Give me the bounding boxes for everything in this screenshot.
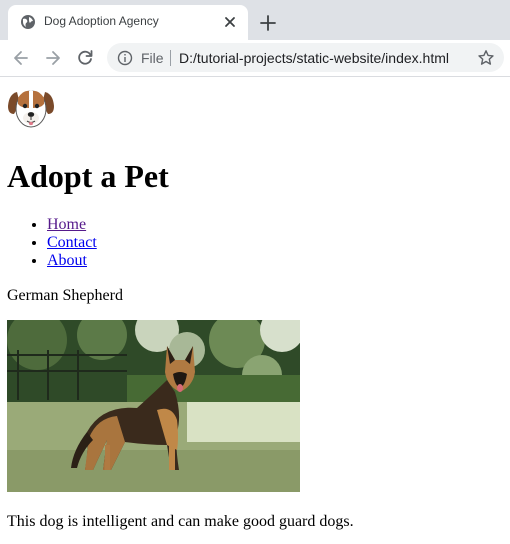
reload-icon[interactable]: [75, 48, 95, 68]
plus-icon[interactable]: [257, 12, 279, 34]
tab-title: Dog Adoption Agency: [44, 14, 159, 28]
nav-item-home: Home: [47, 216, 97, 234]
nav-item-about: About: [47, 252, 97, 270]
nav-link-contact[interactable]: Contact: [47, 234, 97, 251]
forward-arrow-icon[interactable]: [43, 48, 63, 68]
address-separator: [170, 50, 171, 66]
nav-link-home[interactable]: Home: [47, 216, 86, 233]
url-text[interactable]: D:/tutorial-projects/static-website/inde…: [179, 50, 449, 66]
close-icon[interactable]: [222, 14, 238, 30]
nav-list: Home Contact About: [47, 216, 97, 270]
tab-strip: Dog Adoption Agency: [0, 0, 510, 40]
page-title: Adopt a Pet: [7, 158, 169, 194]
breed-name: German Shepherd: [7, 287, 123, 304]
scheme-label: File: [141, 50, 164, 66]
globe-icon: [21, 15, 35, 29]
dog-description: This dog is intelligent and can make goo…: [7, 513, 354, 530]
page-content: Adopt a Pet Home Contact About German Sh…: [0, 77, 510, 544]
nav-link-about[interactable]: About: [47, 252, 87, 269]
active-tab[interactable]: Dog Adoption Agency: [8, 5, 248, 40]
nav-item-contact: Contact: [47, 234, 97, 252]
german-shepherd-photo: [7, 320, 300, 492]
browser-toolbar: File D:/tutorial-projects/static-website…: [0, 40, 510, 77]
back-arrow-icon[interactable]: [11, 48, 31, 68]
info-icon[interactable]: [117, 50, 133, 66]
address-bar[interactable]: File D:/tutorial-projects/static-website…: [107, 43, 504, 72]
dog-face-icon: [8, 90, 54, 128]
star-icon[interactable]: [477, 49, 495, 67]
